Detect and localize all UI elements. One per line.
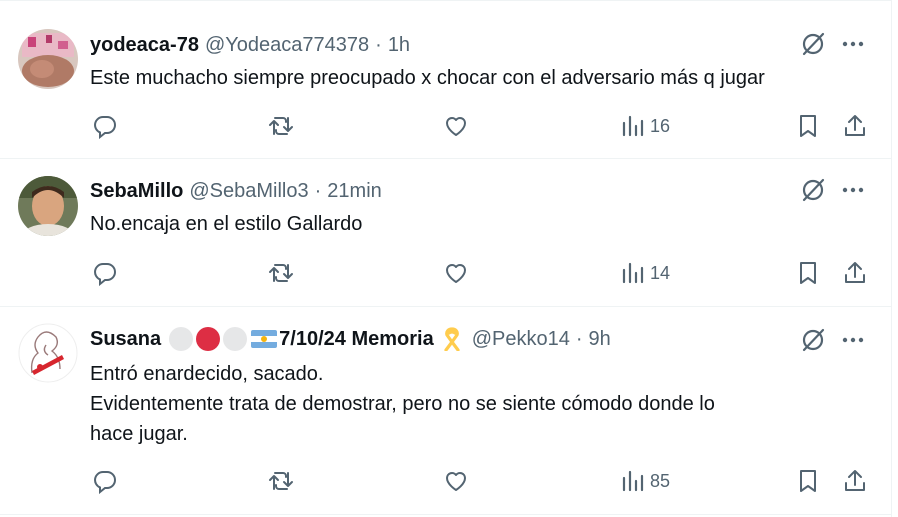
replies-feed: yodeaca-78 @Yodeaca774378 · 1h Este much… <box>0 0 892 517</box>
views-icon <box>622 470 644 492</box>
reply-tweet[interactable]: Susana 7/10/24 Memoria @Pekko14 · 9h Ent… <box>0 307 891 515</box>
tweet-text-line: Evidentemente trata de demostrar, pero n… <box>90 393 715 415</box>
user-handle[interactable]: @Pekko14 <box>472 328 570 351</box>
reply-icon <box>94 116 116 139</box>
tweet-text-line: Este muchacho siempre preocupado x choca… <box>90 67 765 89</box>
views-icon <box>622 115 644 137</box>
retweet-icon <box>269 264 293 282</box>
grok-icon[interactable] <box>800 177 826 203</box>
white-circle-emoji <box>169 327 194 351</box>
share-button[interactable] <box>842 258 868 288</box>
like-button[interactable] <box>443 111 469 141</box>
display-name-suffix[interactable]: 7/10/24 Memoria <box>279 328 434 351</box>
retweet-button[interactable] <box>268 111 294 141</box>
views-icon <box>622 262 644 284</box>
like-icon <box>446 117 466 136</box>
tweet-text: Entró enardecido, sacado. Evidentemente … <box>90 359 715 449</box>
reply-button[interactable] <box>92 111 118 141</box>
action-bar: 85 <box>0 466 891 496</box>
argentina-flag-icon <box>251 330 278 348</box>
views-button[interactable]: 14 <box>620 258 670 288</box>
avatar[interactable] <box>18 323 78 383</box>
bookmark-icon <box>800 262 816 284</box>
action-bar: 14 <box>0 258 891 288</box>
tweet-header: SebaMillo @SebaMillo3 · 21min <box>90 179 382 203</box>
reply-tweet[interactable]: SebaMillo @SebaMillo3 · 21min No.encaja … <box>0 159 891 307</box>
more-icon[interactable] <box>840 177 866 203</box>
like-icon <box>446 264 466 283</box>
grok-icon[interactable] <box>800 31 826 57</box>
display-name[interactable]: SebaMillo <box>90 180 183 203</box>
views-count: 14 <box>650 262 671 283</box>
white-circle-emoji <box>223 327 248 351</box>
tweet-text: No.encaja en el estilo Gallardo <box>90 209 362 239</box>
separator-dot: · <box>575 327 583 350</box>
tweet-text-line: Entró enardecido, sacado. <box>90 363 324 385</box>
display-name[interactable]: Susana <box>90 328 161 351</box>
more-icon[interactable] <box>840 31 866 57</box>
reply-icon <box>94 471 116 494</box>
action-bar: 16 <box>0 111 891 141</box>
tweet-header: yodeaca-78 @Yodeaca774378 · 1h <box>90 33 410 57</box>
bookmark-button[interactable] <box>795 466 821 496</box>
reply-button[interactable] <box>92 258 118 288</box>
separator-dot: · <box>375 33 382 56</box>
more-icon[interactable] <box>840 327 866 353</box>
red-circle-emoji <box>196 327 221 351</box>
tweet-text: Este muchacho siempre preocupado x choca… <box>90 63 765 93</box>
retweet-icon <box>269 472 293 490</box>
user-handle[interactable]: @Yodeaca774378 <box>205 34 369 57</box>
like-button[interactable] <box>443 258 469 288</box>
retweet-button[interactable] <box>268 258 294 288</box>
bookmark-icon <box>800 470 816 492</box>
avatar[interactable] <box>18 29 78 89</box>
bookmark-button[interactable] <box>795 258 821 288</box>
display-name[interactable]: yodeaca-78 <box>90 34 199 57</box>
views-count: 85 <box>650 470 671 491</box>
separator-dot: · <box>314 179 322 202</box>
like-button[interactable] <box>443 466 469 496</box>
share-icon <box>845 262 865 283</box>
bookmark-button[interactable] <box>795 111 821 141</box>
share-icon <box>845 115 865 136</box>
views-button[interactable]: 16 <box>620 111 670 141</box>
bookmark-icon <box>800 115 816 137</box>
tweet-text-line: No.encaja en el estilo Gallardo <box>90 213 363 235</box>
share-button[interactable] <box>842 111 868 141</box>
tweet-header: Susana 7/10/24 Memoria @Pekko14 · 9h <box>90 327 611 351</box>
timestamp[interactable]: 1h <box>388 34 410 57</box>
tweet-text-line: hace jugar. <box>90 423 188 445</box>
like-icon <box>446 472 466 491</box>
grok-icon[interactable] <box>800 327 826 353</box>
user-handle[interactable]: @SebaMillo3 <box>189 180 308 203</box>
yellow-ribbon-icon <box>442 327 462 351</box>
reply-tweet[interactable]: yodeaca-78 @Yodeaca774378 · 1h Este much… <box>0 0 891 159</box>
retweet-button[interactable] <box>268 466 294 496</box>
timestamp[interactable]: 21min <box>327 180 381 203</box>
timestamp[interactable]: 9h <box>589 328 611 351</box>
avatar[interactable] <box>18 176 78 236</box>
retweet-icon <box>269 117 293 135</box>
views-count: 16 <box>650 115 671 136</box>
share-icon <box>845 470 865 491</box>
share-button[interactable] <box>842 466 868 496</box>
views-button[interactable]: 85 <box>620 466 670 496</box>
reply-icon <box>94 263 116 286</box>
reply-button[interactable] <box>92 466 118 496</box>
